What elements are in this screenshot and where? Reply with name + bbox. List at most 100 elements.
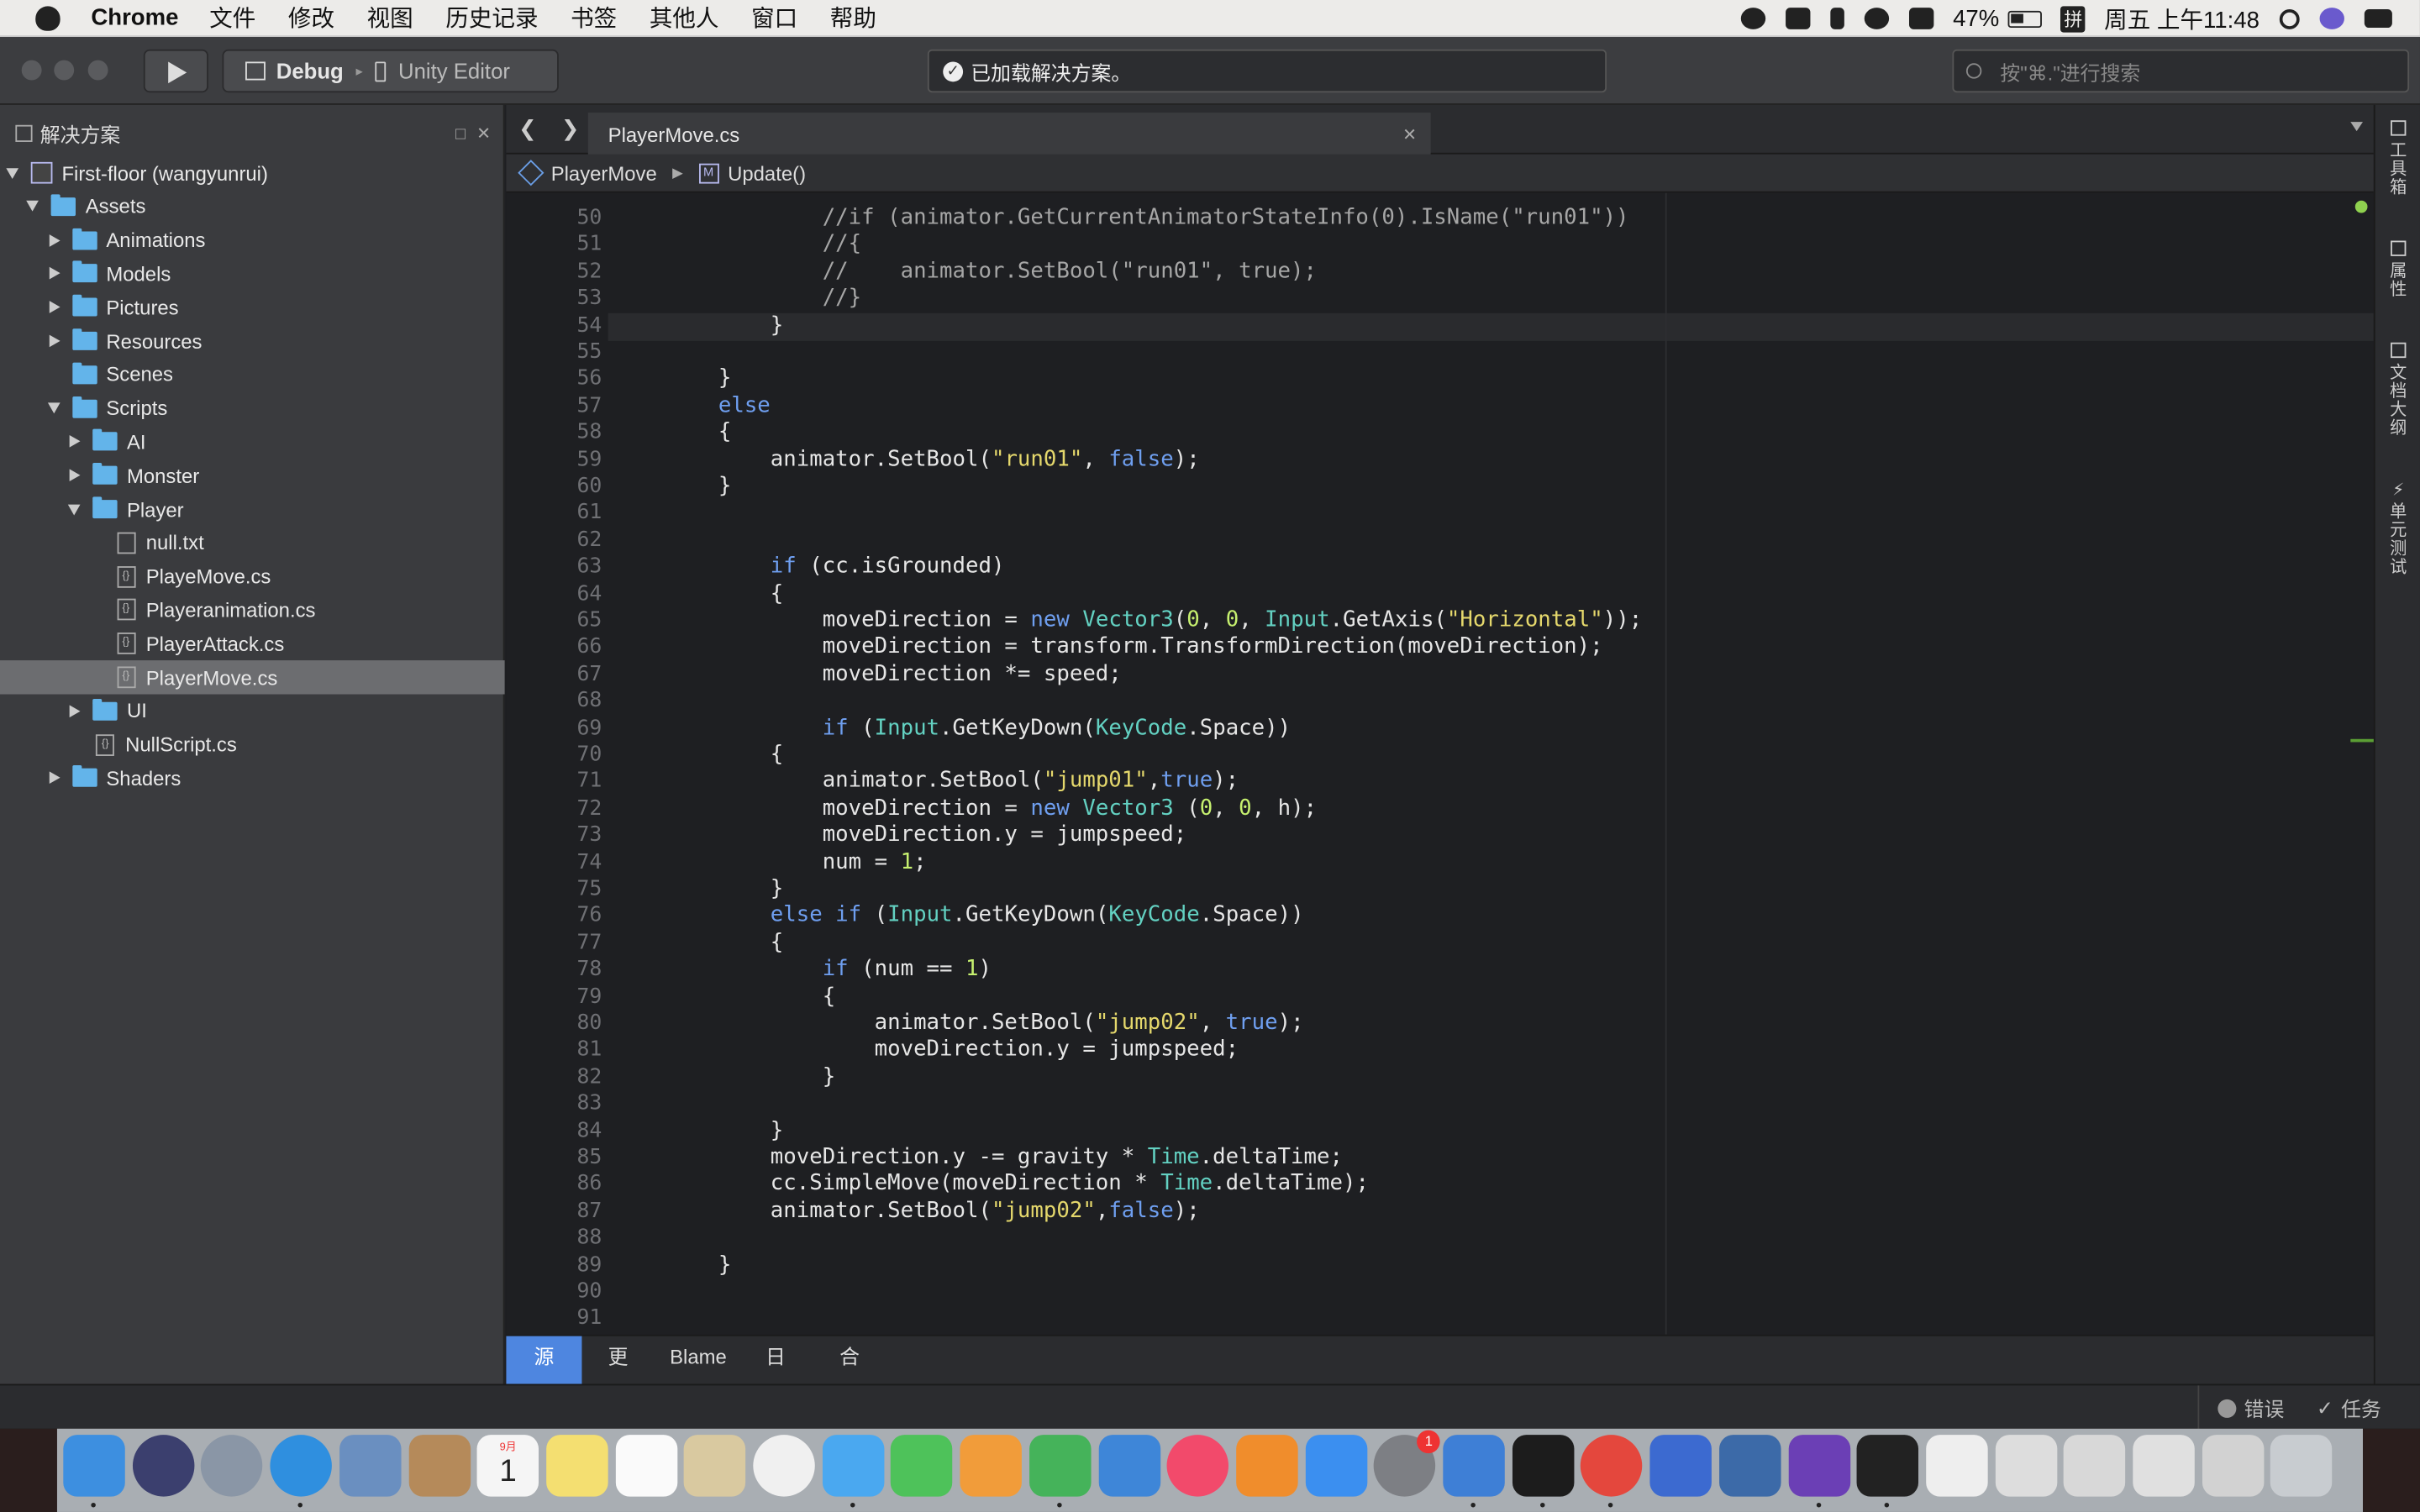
unity-icon[interactable] <box>1856 1435 1919 1497</box>
numbers-icon[interactable] <box>1028 1435 1092 1497</box>
tree-item[interactable]: Monster <box>0 459 505 492</box>
disclosure-right-icon[interactable] <box>69 435 81 449</box>
battery-icon[interactable] <box>2008 9 2043 28</box>
tree-item[interactable]: {} NullScript.cs <box>0 727 505 761</box>
menu-window[interactable]: 窗口 <box>751 2 797 34</box>
properties-pad-tab[interactable]: 属性 <box>2386 240 2411 299</box>
music-icon[interactable] <box>1166 1435 1229 1497</box>
window-thumb-4-icon[interactable] <box>2202 1435 2264 1497</box>
preview-icon[interactable] <box>684 1435 746 1497</box>
tab-blame[interactable]: Blame <box>670 1336 727 1384</box>
menu-view[interactable]: 视图 <box>367 2 413 34</box>
menu-help[interactable]: 帮助 <box>830 2 876 34</box>
window-thumb-3-icon[interactable] <box>2133 1435 2195 1497</box>
document-outline-pad-tab[interactable]: 文档大纲 <box>2386 342 2411 438</box>
pages-icon[interactable] <box>960 1435 1023 1497</box>
configuration-selector[interactable]: Debug ▸ Unity Editor <box>222 49 559 93</box>
disclosure-right-icon[interactable] <box>49 267 60 281</box>
eagle-icon[interactable] <box>339 1435 402 1497</box>
tree-item[interactable]: {} Playeranimation.cs <box>0 593 505 627</box>
tab-list-chevron-icon[interactable] <box>2350 122 2363 132</box>
tree-item[interactable]: Assets <box>0 190 505 223</box>
menu-app-name[interactable]: Chrome <box>91 5 178 31</box>
tree-item[interactable]: {} PlayerMove.cs <box>0 660 505 695</box>
code-editor[interactable]: 50 51 52 53 54 55 56 57 58 59 60 61 62 63 64 65 66 67 68 69… <box>506 192 2374 1335</box>
sourcetree-icon[interactable] <box>1718 1435 1781 1497</box>
disclosure-right-icon[interactable] <box>49 772 60 785</box>
back-icon[interactable]: ❮ <box>518 116 537 140</box>
menu-file[interactable]: 文件 <box>209 2 255 34</box>
target-label[interactable]: Unity Editor <box>398 59 510 83</box>
breadcrumb-method[interactable]: Update() <box>728 161 806 185</box>
zoom-window-icon[interactable] <box>87 60 108 81</box>
errors-button[interactable]: 错误 <box>2197 1385 2284 1431</box>
tree-item[interactable]: First-floor (wangyunrui) <box>0 156 505 190</box>
tab-source[interactable]: 源 <box>506 1336 582 1384</box>
tab-playermove[interactable]: PlayerMove.cs ✕ <box>587 113 1431 156</box>
tree-item[interactable]: Scripts <box>0 391 505 425</box>
trash-icon[interactable] <box>2270 1435 2333 1497</box>
instruments-icon[interactable] <box>1649 1435 1712 1497</box>
file-icon[interactable] <box>1926 1435 1988 1497</box>
search-box[interactable]: 按"⌘."进行搜索 <box>1952 49 2410 93</box>
notes-icon[interactable] <box>545 1435 608 1497</box>
qq-icon[interactable] <box>1512 1435 1574 1497</box>
tree-item[interactable]: Animations <box>0 223 505 257</box>
notification-center-icon[interactable] <box>2364 9 2392 29</box>
system-prefs-icon[interactable]: 1 <box>1374 1430 1441 1497</box>
disclosure-right-icon[interactable] <box>49 334 60 348</box>
disclosure-right-icon[interactable] <box>49 234 60 247</box>
photos-icon[interactable] <box>753 1435 815 1497</box>
finder-icon[interactable] <box>63 1435 125 1497</box>
disclosure-right-icon[interactable] <box>69 469 81 482</box>
breadcrumb-class[interactable]: PlayerMove <box>551 161 657 185</box>
shield-icon[interactable] <box>1786 8 1812 29</box>
tree-item[interactable]: Pictures <box>0 291 505 324</box>
tree-item[interactable]: {} PlayerAttack.cs <box>0 627 505 660</box>
tree-item[interactable]: Scenes <box>0 358 505 391</box>
tree-item[interactable]: Resources <box>0 324 505 358</box>
airplay-icon[interactable] <box>1909 8 1935 29</box>
input-method-indicator[interactable]: 拼 <box>2060 5 2086 32</box>
tree-item[interactable]: Shaders <box>0 761 505 795</box>
pad-dock-icon[interactable]: □ <box>455 125 466 144</box>
tree-item[interactable]: Player <box>0 492 505 526</box>
xcode-icon[interactable] <box>1443 1435 1505 1497</box>
siri-menu-icon[interactable] <box>2319 8 2344 29</box>
minimize-window-icon[interactable] <box>54 60 75 81</box>
apple-icon[interactable] <box>35 5 60 30</box>
menu-bookmarks[interactable]: 书签 <box>571 2 617 34</box>
wifi-icon[interactable] <box>1865 8 1890 29</box>
disclosure-down-icon[interactable] <box>26 201 39 213</box>
menu-history[interactable]: 历史记录 <box>445 2 538 34</box>
tree-item[interactable]: null.txt <box>0 526 505 559</box>
disclosure-right-icon[interactable] <box>69 704 81 717</box>
menu-edit[interactable]: 修改 <box>288 2 334 34</box>
tree-item[interactable]: AI <box>0 425 505 459</box>
run-button[interactable] <box>143 49 208 93</box>
qq-status-icon[interactable] <box>1741 8 1766 29</box>
disclosure-down-icon[interactable] <box>47 402 60 414</box>
reminders-icon[interactable] <box>615 1435 677 1497</box>
window-thumb-2-icon[interactable] <box>2064 1435 2126 1497</box>
window-thumb-1-icon[interactable] <box>1995 1435 2057 1497</box>
safari-icon[interactable] <box>270 1435 333 1497</box>
bluetooth-icon[interactable] <box>1830 8 1845 29</box>
calendar-icon[interactable]: 9月 1 <box>476 1435 539 1497</box>
tree-item[interactable]: UI <box>0 694 505 727</box>
tab-merge[interactable]: 合并 <box>839 1336 867 1384</box>
menu-people[interactable]: 其他人 <box>650 2 719 34</box>
tab-log[interactable]: 日志 <box>765 1336 793 1384</box>
forward-icon[interactable]: ❯ <box>561 116 580 140</box>
facetime-icon[interactable] <box>891 1435 953 1497</box>
disclosure-right-icon[interactable] <box>49 301 60 314</box>
contacts-icon[interactable] <box>408 1435 471 1497</box>
chrome-icon[interactable] <box>1581 1435 1643 1497</box>
disclosure-down-icon[interactable] <box>6 167 19 179</box>
appstore-icon[interactable] <box>1305 1435 1367 1497</box>
disclosure-down-icon[interactable] <box>68 503 81 515</box>
config-label[interactable]: Debug <box>276 59 344 83</box>
menu-clock[interactable]: 周五 上午11:48 <box>2104 3 2260 35</box>
siri-icon[interactable] <box>132 1435 194 1497</box>
messages-icon[interactable] <box>822 1435 884 1497</box>
